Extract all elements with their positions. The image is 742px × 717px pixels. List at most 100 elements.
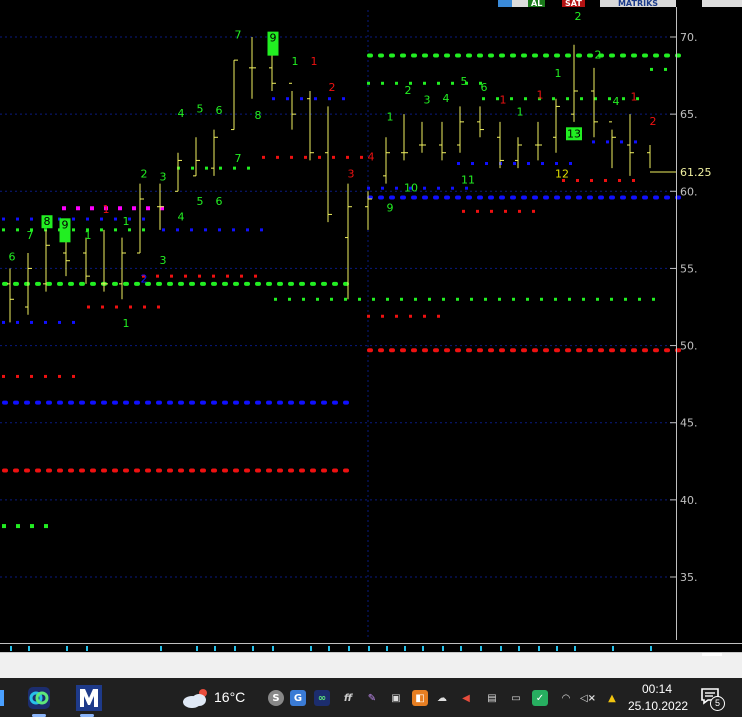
level-dot (555, 162, 558, 166)
level-dot (576, 195, 582, 200)
level-dot (277, 468, 283, 473)
level-dot (178, 400, 184, 405)
webex-tray-icon[interactable]: ∞ (314, 690, 330, 706)
level-dot (664, 195, 670, 200)
level-dot (389, 53, 395, 58)
level-dot (367, 81, 370, 85)
level-dot (288, 297, 291, 301)
count-label: 1 (537, 89, 544, 102)
camera-icon[interactable]: ▣ (388, 690, 404, 706)
level-dot (16, 228, 19, 232)
weather-cloud-icon[interactable] (182, 687, 210, 709)
level-dot (321, 468, 327, 473)
volume-muted-icon[interactable]: ◁× (580, 690, 596, 706)
level-dot (632, 178, 635, 182)
taskbar-app-start-partial[interactable] (0, 690, 4, 706)
level-dot (272, 97, 275, 101)
level-dot (46, 468, 52, 473)
level-dot (367, 186, 370, 190)
sell-button[interactable]: SAT (562, 0, 585, 8)
level-dot (372, 297, 375, 301)
level-dot (87, 305, 90, 309)
cloud-sync-icon[interactable]: ☁ (434, 690, 450, 706)
level-dot (367, 314, 370, 318)
level-dot (510, 348, 516, 353)
time-marker (480, 646, 482, 651)
level-dot (488, 195, 494, 200)
level-dot (90, 206, 94, 211)
level-dot (381, 186, 384, 190)
windows-taskbar: 16°C S G ∞ ff ✎ ▣ ◧ ☁ ◀ ▤ ▭ ✓ ◠ ◁× ▲ 00:… (0, 678, 742, 717)
level-dot (620, 140, 623, 144)
webex-icon (28, 687, 50, 709)
office-icon[interactable]: ◧ (412, 690, 428, 706)
window-maximize-button[interactable] (716, 0, 730, 7)
notification-badge: 5 (710, 696, 725, 711)
level-dot (510, 97, 513, 101)
level-dot (598, 195, 604, 200)
level-dot (145, 468, 151, 473)
g-app-icon[interactable]: G (290, 690, 306, 706)
level-dot (134, 468, 140, 473)
keyboard-icon[interactable]: ▤ (484, 690, 500, 706)
chart-scroll-area[interactable] (0, 652, 742, 679)
window-close-button[interactable] (730, 0, 742, 7)
scroll-thumb[interactable] (702, 653, 722, 656)
level-dot (332, 155, 335, 159)
level-dot (587, 195, 593, 200)
notification-button[interactable]: 5 (700, 687, 725, 711)
speaker-mute-icon[interactable]: ◀ (458, 690, 474, 706)
level-dot (587, 53, 593, 58)
level-dot (178, 468, 184, 473)
level-dot (620, 348, 626, 353)
time-marker (328, 646, 330, 651)
clock-time[interactable]: 00:14 (642, 682, 672, 696)
level-dot (44, 524, 48, 529)
lock-icon[interactable]: ▲ (604, 690, 620, 706)
battery-icon[interactable]: ▭ (508, 690, 524, 706)
wifi-icon[interactable]: ◠ (558, 690, 574, 706)
level-dot (299, 400, 305, 405)
buy-button[interactable]: AL (528, 0, 546, 8)
chart-canvas[interactable]: 6789111122334455667788911234911023411561… (0, 0, 742, 640)
price-chart[interactable]: 6789111122334455667788911234911023411561… (0, 0, 742, 640)
security-shield-icon[interactable]: ✓ (532, 690, 548, 706)
level-dot (72, 374, 75, 378)
time-marker (214, 646, 216, 651)
level-dot (499, 195, 505, 200)
level-dot (521, 195, 527, 200)
price-tick-label: 70. (680, 31, 698, 44)
tray-app-icon[interactable]: ff (340, 690, 356, 706)
level-dot (400, 348, 406, 353)
skype-icon[interactable]: S (268, 690, 284, 706)
taskbar-app-webex[interactable] (24, 683, 54, 713)
count-label: 3 (348, 167, 355, 180)
taskbar-app-matriks[interactable] (74, 683, 104, 713)
level-dot (565, 348, 571, 353)
toolbar-icon-b[interactable] (512, 0, 528, 7)
level-dot (400, 195, 406, 200)
level-dot (386, 297, 389, 301)
price-tick-label: 55. (680, 262, 698, 275)
level-dot (622, 97, 625, 101)
weather-temperature[interactable]: 16°C (214, 689, 245, 705)
count-label: 1 (517, 106, 524, 119)
pen-icon[interactable]: ✎ (364, 690, 380, 706)
level-dot (167, 400, 173, 405)
level-dot (219, 166, 222, 170)
time-marker (574, 646, 576, 651)
level-dot (101, 305, 104, 309)
level-dot (624, 297, 627, 301)
clock-date[interactable]: 25.10.2022 (628, 699, 688, 713)
level-dot (620, 195, 626, 200)
level-dot (466, 348, 472, 353)
matriks-m-icon (76, 685, 102, 711)
level-dot (218, 228, 221, 232)
level-dot (638, 297, 641, 301)
level-dot (114, 217, 117, 221)
count-label: 1 (123, 317, 130, 330)
window-minimize-button[interactable] (702, 0, 716, 7)
level-dot (642, 348, 648, 353)
level-dot (381, 81, 384, 85)
level-dot (24, 468, 30, 473)
